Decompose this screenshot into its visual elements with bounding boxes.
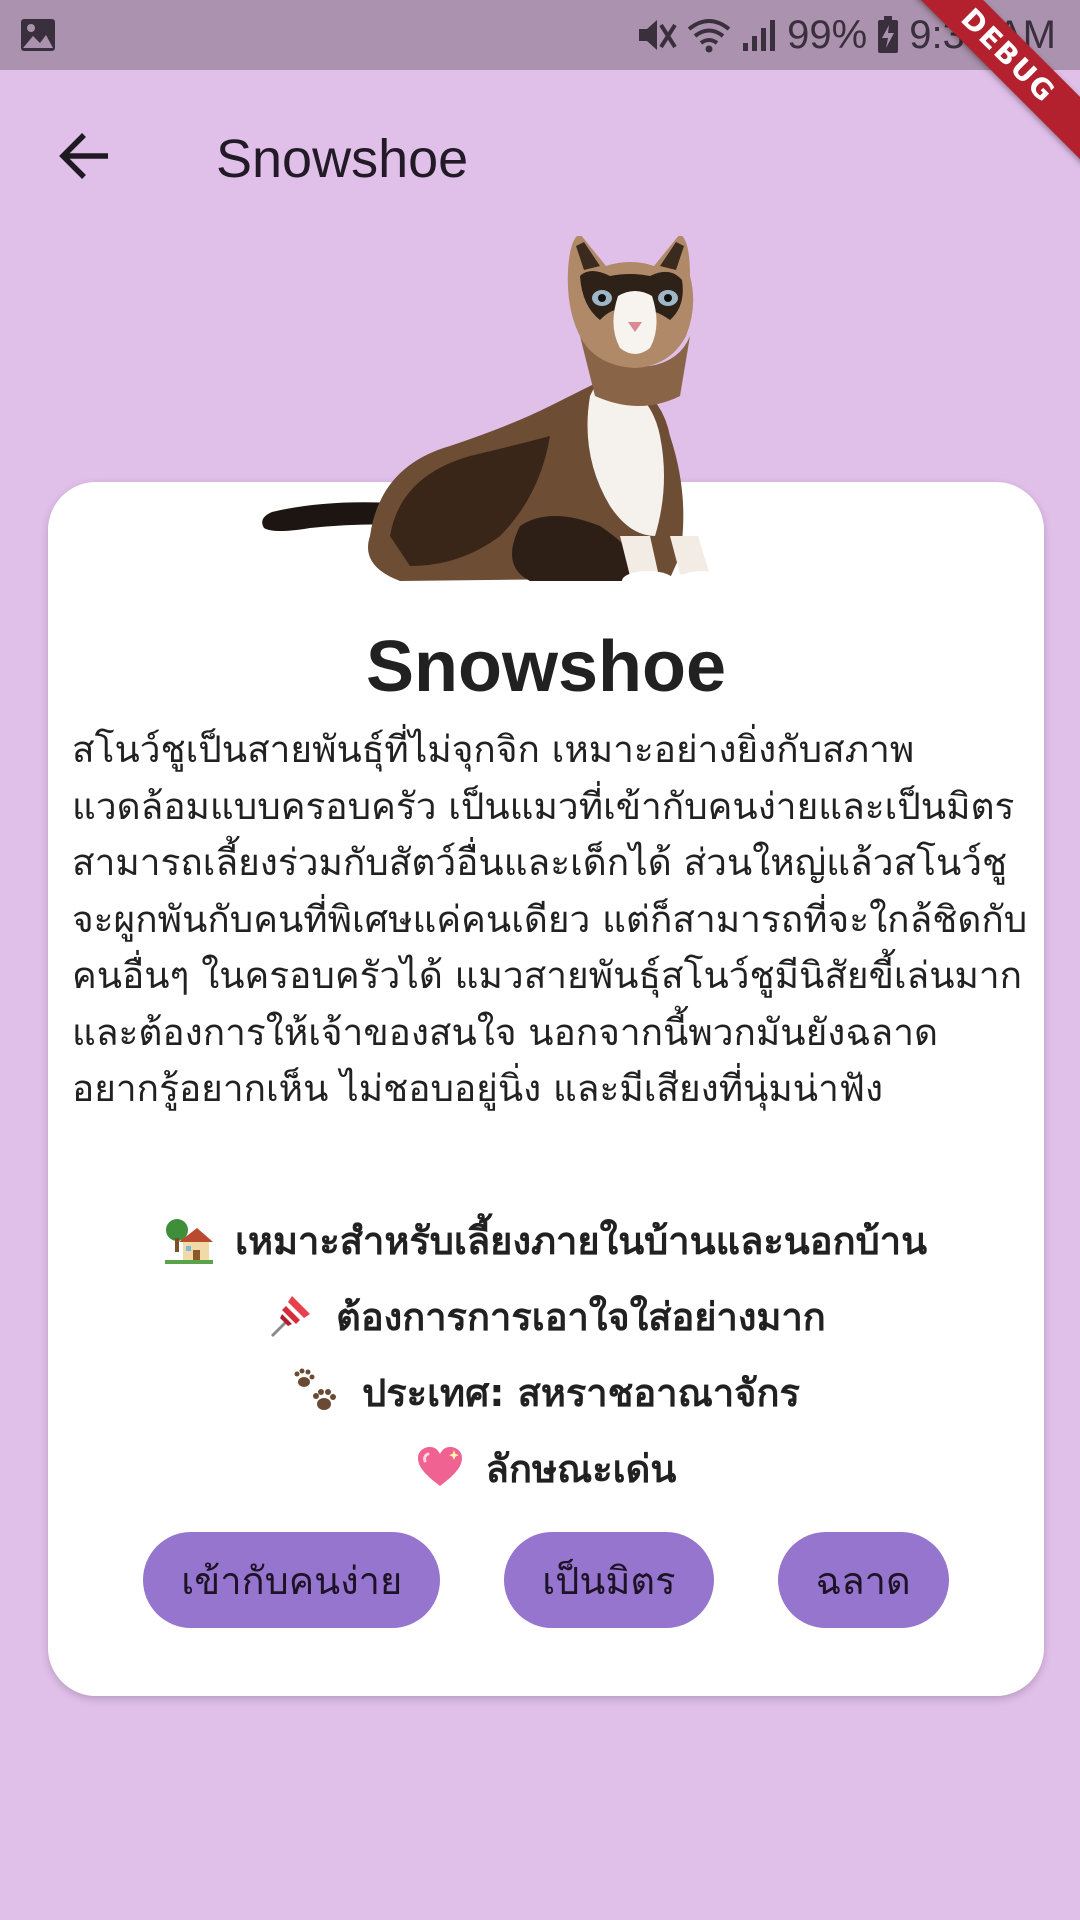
breed-name: Snowshoe — [365, 627, 727, 707]
breed-description: สโนว์ชูเป็นสายพันธุ์ที่ไม่จุกจิก เหมาะอย… — [72, 728, 1028, 1110]
cellular-signal-icon — [741, 17, 777, 53]
fact-text: ประเทศ: สหราชอาณาจักร — [362, 1370, 800, 1415]
battery-percentage: 99% — [787, 12, 868, 57]
status-bar: 99% 9:35 AM DEBUG — [0, 0, 1080, 178]
gallery-notification-icon — [20, 18, 56, 52]
fact-text: ต้องการการเอาใจใส่อย่างมาก — [336, 1294, 826, 1339]
fact-characteristics: ลักษณะเด่น — [48, 1430, 1044, 1506]
back-button[interactable] — [52, 126, 116, 190]
arrow-back-icon — [58, 132, 110, 184]
paw-prints-icon — [292, 1368, 340, 1416]
breed-card: Snowshoe สโนว์ชูเป็นสายพันธุ์ที่ไม่จุกจิ… — [48, 482, 1044, 1696]
pushpin-icon — [266, 1292, 314, 1340]
mute-icon — [637, 17, 677, 53]
fact-attention: ต้องการการเอาใจใส่อย่างมาก — [48, 1278, 1044, 1354]
tag-chip-smart[interactable]: ฉลาด — [777, 1532, 949, 1628]
snowshoe-cat-photo — [250, 234, 770, 596]
house-with-garden-icon — [164, 1216, 213, 1264]
tag-chip-easygoing[interactable]: เข้ากับคนง่าย — [143, 1532, 441, 1628]
sparkling-heart-icon — [416, 1444, 464, 1492]
breed-facts: เหมาะสำหรับเลี้ยงภายในบ้านและนอกบ้าน ต้อ… — [48, 1202, 1044, 1506]
tag-chip-friendly[interactable]: เป็นมิตร — [504, 1532, 714, 1628]
app-bar-title: Snowshoe — [216, 129, 469, 189]
fact-text: เหมาะสำหรับเลี้ยงภายในบ้านและนอกบ้าน — [234, 1218, 928, 1263]
fact-text: ลักษณะเด่น — [485, 1446, 677, 1491]
trait-tags: เข้ากับคนง่าย เป็นมิตร ฉลาด — [48, 1532, 1044, 1628]
battery-charging-icon — [877, 16, 899, 54]
fact-indoor-outdoor: เหมาะสำหรับเลี้ยงภายในบ้านและนอกบ้าน — [48, 1202, 1044, 1278]
wifi-icon — [687, 17, 731, 53]
fact-origin: ประเทศ: สหราชอาณาจักร — [48, 1354, 1044, 1430]
